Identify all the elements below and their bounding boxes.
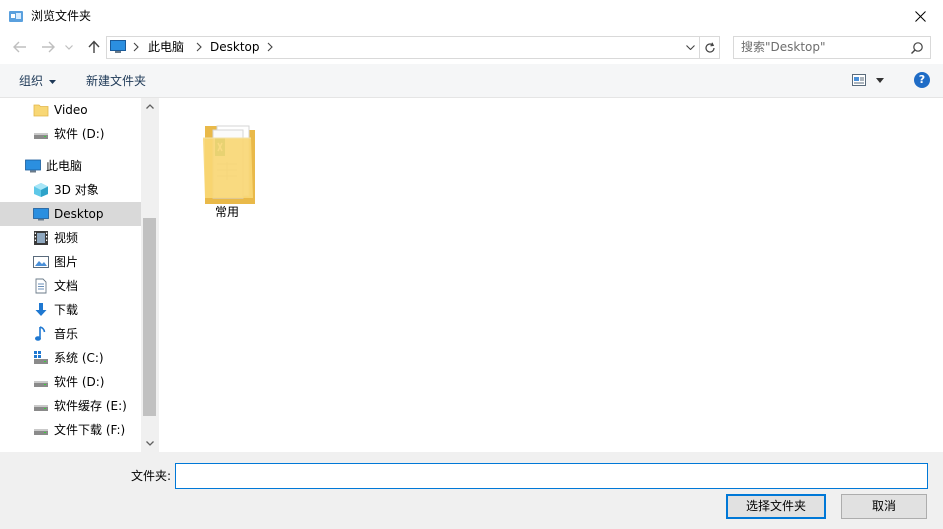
chevron-right-icon bbox=[196, 42, 202, 52]
close-button[interactable] bbox=[897, 0, 943, 32]
sidebar-item-label: 图片 bbox=[54, 255, 79, 269]
scroll-down-button[interactable] bbox=[141, 435, 158, 452]
arrow-up-icon bbox=[88, 40, 100, 53]
drive-icon bbox=[34, 381, 48, 387]
help-icon[interactable]: ? bbox=[914, 72, 930, 88]
organize-button[interactable]: 组织 bbox=[19, 74, 43, 89]
view-options-dropdown[interactable] bbox=[876, 78, 884, 83]
chevron-down-icon bbox=[145, 441, 154, 446]
arrow-right-icon bbox=[42, 41, 55, 53]
sidebar-item-label: 文件下载 (F:) bbox=[54, 423, 126, 437]
breadcrumb-desktop[interactable]: Desktop bbox=[210, 40, 260, 55]
sidebar-item-label: 视频 bbox=[54, 231, 79, 245]
download-icon bbox=[35, 303, 47, 316]
sidebar-item-drive-e[interactable]: 软件缓存 (E:) bbox=[0, 394, 141, 418]
window-title: 浏览文件夹 bbox=[31, 9, 92, 23]
folder-name-input[interactable] bbox=[175, 463, 928, 489]
folder-field-label: 文件夹: bbox=[131, 469, 172, 483]
search-icon[interactable] bbox=[910, 41, 924, 55]
sidebar-item-label: 软件缓存 (E:) bbox=[54, 399, 127, 413]
sidebar-item-videos[interactable]: 视频 bbox=[0, 226, 141, 250]
sidebar-item-label: 此电脑 bbox=[46, 159, 83, 173]
sidebar-item-label: 系统 (C:) bbox=[54, 351, 104, 365]
forward-button[interactable] bbox=[38, 37, 58, 57]
cube-icon bbox=[34, 183, 48, 197]
sidebar-item-label: Desktop bbox=[54, 207, 104, 221]
sidebar-item-label: 软件 (D:) bbox=[54, 127, 105, 141]
title-bar: 浏览文件夹 bbox=[0, 0, 943, 32]
sidebar-item-label: 下载 bbox=[54, 303, 79, 317]
desktop-icon bbox=[33, 208, 49, 221]
sidebar-item-drive-d[interactable]: 软件 (D:) bbox=[0, 122, 141, 146]
search-box[interactable]: 搜索"Desktop" bbox=[733, 36, 931, 59]
arrow-left-icon bbox=[13, 41, 26, 53]
sidebar-item-music[interactable]: 音乐 bbox=[0, 322, 141, 346]
new-folder-button[interactable]: 新建文件夹 bbox=[86, 74, 146, 89]
sidebar-item-label: 软件 (D:) bbox=[54, 375, 105, 389]
address-dropdown-button[interactable] bbox=[681, 36, 699, 59]
close-icon bbox=[914, 10, 926, 22]
computer-icon bbox=[110, 40, 126, 53]
sidebar-item-label: 音乐 bbox=[54, 327, 79, 341]
sidebar-item-label: 3D 对象 bbox=[54, 183, 99, 197]
navigation-pane[interactable]: Video 软件 (D:) 此电脑 3D 对象 Desktop 视频 图片 文档… bbox=[0, 98, 141, 452]
sidebar-item-video[interactable]: Video bbox=[0, 98, 141, 122]
sidebar-item-drive-d-2[interactable]: 软件 (D:) bbox=[0, 370, 141, 394]
picture-icon bbox=[33, 256, 49, 268]
folder-icon bbox=[33, 104, 49, 117]
sidebar-item-3d-objects[interactable]: 3D 对象 bbox=[0, 178, 141, 202]
document-icon bbox=[35, 278, 47, 294]
caret-down-icon bbox=[49, 80, 56, 84]
sidebar-item-documents[interactable]: 文档 bbox=[0, 274, 141, 298]
sidebar-item-label: Video bbox=[54, 103, 88, 117]
drive-icon bbox=[34, 429, 48, 435]
breadcrumb-this-pc[interactable]: 此电脑 bbox=[148, 40, 184, 55]
folder-icon bbox=[203, 125, 255, 204]
file-item-folder[interactable]: 常用 bbox=[187, 110, 267, 222]
drive-icon bbox=[34, 133, 48, 139]
recent-locations-button[interactable] bbox=[62, 37, 76, 57]
scrollbar-thumb[interactable] bbox=[143, 218, 156, 416]
sidebar-item-downloads[interactable]: 下载 bbox=[0, 298, 141, 322]
scroll-up-button[interactable] bbox=[141, 98, 158, 115]
music-icon bbox=[35, 326, 46, 341]
refresh-icon bbox=[705, 42, 715, 53]
app-icon bbox=[9, 11, 23, 22]
file-item-label: 常用 bbox=[214, 205, 239, 219]
chevron-right-icon bbox=[133, 42, 139, 52]
file-list-view[interactable]: 常用 bbox=[159, 98, 943, 452]
chevron-right-icon bbox=[267, 42, 273, 52]
select-folder-button[interactable]: 选择文件夹 bbox=[726, 494, 826, 519]
up-button[interactable] bbox=[84, 37, 104, 57]
cancel-button[interactable]: 取消 bbox=[841, 494, 927, 519]
command-toolbar: 组织 新建文件夹 bbox=[0, 64, 943, 98]
film-icon bbox=[34, 231, 48, 245]
chevron-down-icon bbox=[685, 45, 695, 50]
chevron-down-icon bbox=[65, 44, 73, 50]
search-input[interactable]: 搜索"Desktop" bbox=[741, 40, 826, 55]
sidebar-item-pictures[interactable]: 图片 bbox=[0, 250, 141, 274]
system-drive-icon bbox=[34, 351, 48, 364]
address-bar[interactable]: 此电脑 Desktop bbox=[106, 36, 720, 59]
sidebar-item-label: 文档 bbox=[54, 279, 79, 293]
sidebar-item-this-pc[interactable]: 此电脑 bbox=[0, 154, 141, 178]
drive-icon bbox=[34, 405, 48, 411]
view-icon[interactable] bbox=[852, 74, 866, 86]
back-button[interactable] bbox=[10, 37, 30, 57]
sidebar-item-drive-f[interactable]: 文件下载 (F:) bbox=[0, 418, 141, 442]
refresh-button[interactable] bbox=[699, 36, 720, 59]
sidebar-item-drive-c[interactable]: 系统 (C:) bbox=[0, 346, 141, 370]
chevron-up-icon bbox=[145, 104, 154, 109]
sidebar-item-desktop[interactable]: Desktop bbox=[0, 202, 141, 226]
computer-icon bbox=[25, 159, 41, 173]
sidebar-scrollbar[interactable] bbox=[141, 98, 158, 452]
